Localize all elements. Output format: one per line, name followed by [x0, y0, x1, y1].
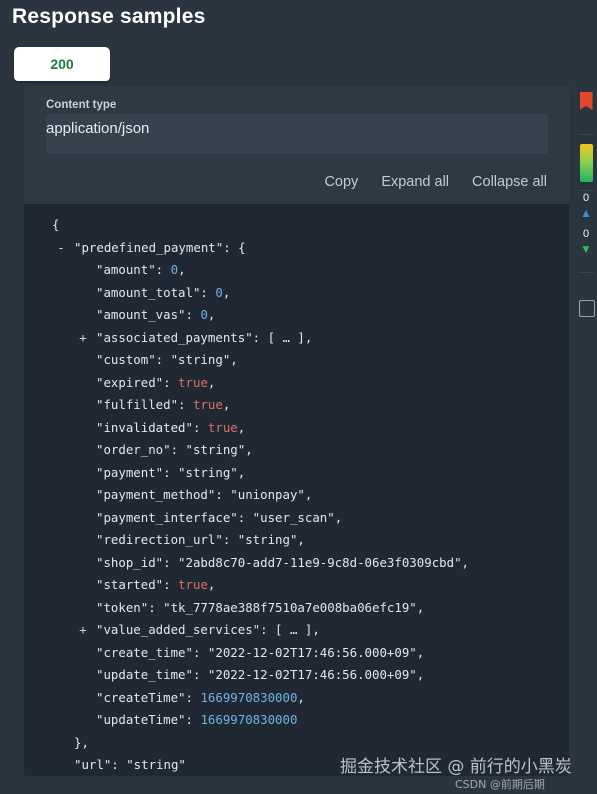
downvote-count: 0 [582, 228, 590, 240]
response-samples-page: Response samples 200 Content type applic… [0, 0, 597, 794]
watermark-secondary: CSDN @前期后期 [455, 778, 545, 791]
expand-all-button[interactable]: Expand all [381, 174, 449, 190]
watermark-primary: 掘金技术社区 @ 前行的小黑炭 [340, 757, 572, 777]
json-code-viewer[interactable]: {- "predefined_payment": {"amount": 0, "am… [24, 204, 569, 776]
status-tab-200[interactable]: 200 [14, 47, 110, 81]
side-widget-strip: 0 ▲ 0 ▼ [575, 0, 597, 794]
status-code-tabs: 200 [14, 47, 110, 81]
arrow-down-icon[interactable]: ▼ [575, 243, 597, 255]
arrow-up-icon[interactable]: ▲ [575, 207, 597, 219]
copy-button[interactable]: Copy [324, 174, 358, 190]
code-toolbar: Copy Expand all Collapse all [324, 174, 547, 190]
rainbow-badge-icon[interactable] [576, 144, 596, 182]
content-type-label: Content type [46, 99, 117, 111]
upvote-count: 0 [582, 192, 590, 204]
content-type-value: application/json [46, 120, 150, 137]
page-title: Response samples [12, 5, 206, 28]
json-code-body: {- "predefined_payment": {"amount": 0, "am… [52, 217, 469, 772]
flag-icon[interactable] [576, 92, 596, 118]
response-panel: Content type application/json Copy Expan… [24, 86, 569, 776]
bookmark-icon[interactable] [579, 300, 595, 317]
collapse-all-button[interactable]: Collapse all [472, 174, 547, 190]
